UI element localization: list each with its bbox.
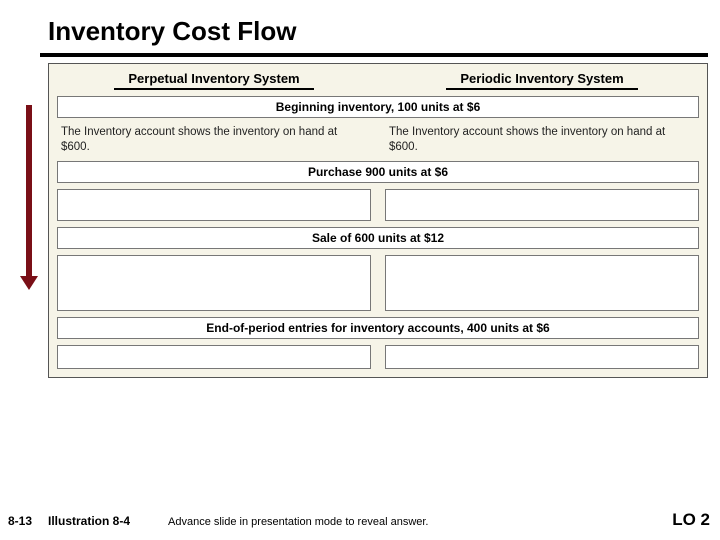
learning-objective: LO 2: [672, 510, 720, 530]
diagram-container: Perpetual Inventory System Periodic Inve…: [48, 63, 708, 378]
header-perpetual: Perpetual Inventory System: [57, 70, 371, 90]
section-purchase: Purchase 900 units at $6: [57, 161, 699, 183]
illustration-label: Illustration 8-4: [48, 514, 168, 528]
slide-footer: 8-13 Illustration 8-4 Advance slide in p…: [0, 510, 720, 530]
beginning-desc-left: The Inventory account shows the inventor…: [57, 123, 371, 155]
section-beginning: Beginning inventory, 100 units at $6: [57, 96, 699, 118]
beginning-descriptions: The Inventory account shows the inventor…: [57, 123, 699, 155]
beginning-desc-right: The Inventory account shows the inventor…: [385, 123, 699, 155]
timeline-arrow: [20, 105, 38, 290]
endperiod-answer-row: [57, 345, 699, 369]
endperiod-periodic-box: [385, 345, 699, 369]
sale-periodic-box: [385, 255, 699, 311]
header-perpetual-label: Perpetual Inventory System: [114, 71, 313, 90]
section-sale: Sale of 600 units at $12: [57, 227, 699, 249]
page-title: Inventory Cost Flow: [0, 0, 720, 53]
page-number: 8-13: [0, 514, 48, 528]
sale-perpetual-box: [57, 255, 371, 311]
section-endperiod: End-of-period entries for inventory acco…: [57, 317, 699, 339]
title-rule: [40, 53, 708, 57]
purchase-answer-row: [57, 189, 699, 221]
purchase-perpetual-box: [57, 189, 371, 221]
header-periodic-label: Periodic Inventory System: [446, 71, 637, 90]
purchase-periodic-box: [385, 189, 699, 221]
inventory-panel: Perpetual Inventory System Periodic Inve…: [48, 63, 708, 378]
system-headers: Perpetual Inventory System Periodic Inve…: [57, 70, 699, 90]
header-periodic: Periodic Inventory System: [385, 70, 699, 90]
reveal-hint: Advance slide in presentation mode to re…: [168, 516, 672, 528]
sale-answer-row: [57, 255, 699, 311]
endperiod-perpetual-box: [57, 345, 371, 369]
